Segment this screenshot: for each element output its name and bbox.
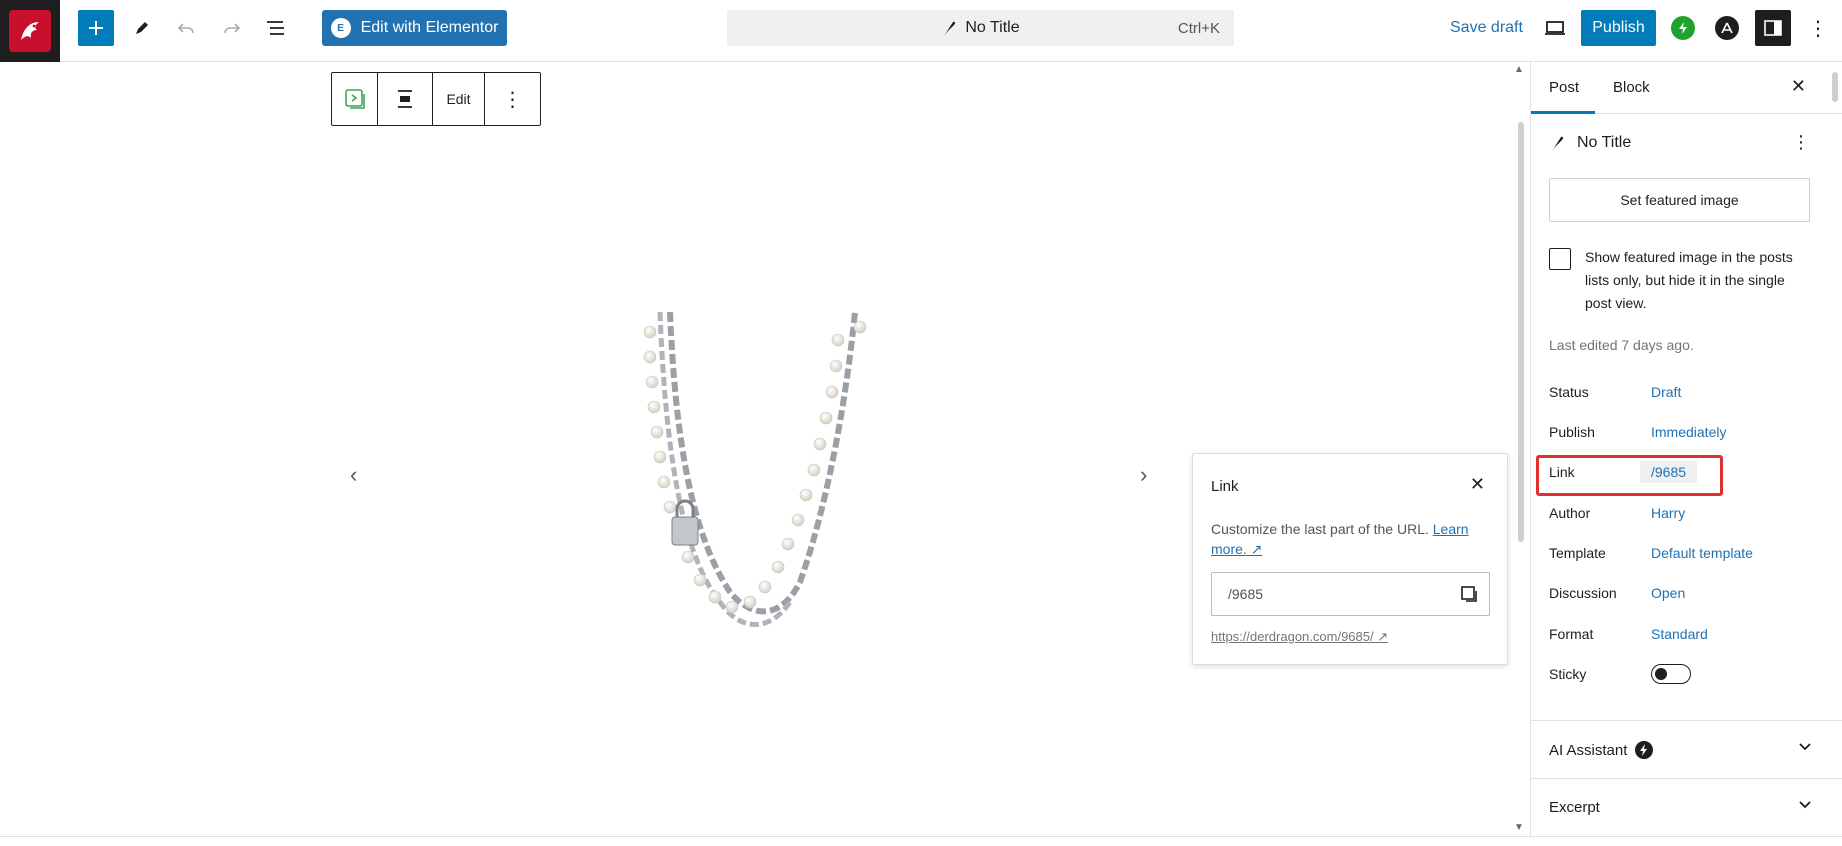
product-image-pearl-necklace <box>630 311 880 692</box>
publish-label: Publish <box>1549 424 1595 440</box>
publish-button[interactable]: Publish <box>1581 10 1656 46</box>
ai-assistant-panel[interactable]: AI Assistant <box>1531 720 1842 778</box>
post-title: No Title <box>1577 134 1632 151</box>
editor-footer <box>0 836 1842 846</box>
sticky-label: Sticky <box>1549 666 1587 682</box>
document-overview-button[interactable] <box>262 10 290 46</box>
pencil-icon <box>136 22 148 34</box>
link-value[interactable]: /9685 <box>1640 461 1698 483</box>
save-draft-button[interactable]: Save draft <box>1450 19 1523 37</box>
sidebar-tabs: Post Block ✕ <box>1531 62 1842 114</box>
format-value[interactable]: Standard <box>1651 626 1708 642</box>
link-popover: Link ✕ Customize the last part of the UR… <box>1192 453 1508 665</box>
kebab-icon: ⋮ <box>502 88 523 111</box>
list-view-icon <box>267 21 284 35</box>
canvas-scrollbar[interactable] <box>1518 122 1524 542</box>
featured-checkbox-label: Show featured image in the posts lists o… <box>1585 249 1793 311</box>
chevron-down-icon[interactable] <box>1798 739 1812 757</box>
canvas-scroll-down-icon[interactable]: ▼ <box>1514 822 1524 833</box>
block-inserter-button[interactable] <box>78 10 114 46</box>
kebab-icon: ⋮ <box>1808 17 1828 40</box>
template-value[interactable]: Default template <box>1651 545 1753 561</box>
sidebar-icon <box>1764 20 1782 36</box>
jetpack-icon[interactable] <box>1671 16 1695 40</box>
slider-next-arrow-icon[interactable]: › <box>1140 462 1147 488</box>
site-logo[interactable] <box>0 0 60 62</box>
elementor-label: Edit with Elementor <box>360 19 499 36</box>
slider-prev-arrow-icon[interactable]: ‹ <box>350 462 357 488</box>
undo-button[interactable] <box>172 10 200 46</box>
command-palette-bar[interactable]: No Title Ctrl+K <box>727 10 1234 46</box>
command-title: No Title <box>965 19 1020 36</box>
ai-assistant-toolbar-icon[interactable] <box>1715 16 1739 40</box>
post-summary-header: No Title <box>1549 134 1804 152</box>
excerpt-title: Excerpt <box>1549 799 1600 816</box>
editor-header: E Edit with Elementor No Title Ctrl+K Sa… <box>0 0 1842 62</box>
redo-button[interactable] <box>218 10 246 46</box>
close-icon[interactable]: ✕ <box>1791 76 1806 97</box>
close-icon[interactable]: ✕ <box>1470 474 1485 495</box>
slug-value: /9685 <box>1228 586 1264 602</box>
publish-label: Publish <box>1592 19 1645 36</box>
editor-canvas: Edit ⋮ ‹ › ▲ ▼ Link ✕ Customize the last… <box>0 62 1530 836</box>
tab-block[interactable]: Block <box>1613 79 1650 96</box>
sidebar-scrollbar[interactable] <box>1832 72 1838 102</box>
slug-input[interactable]: /9685 <box>1211 572 1490 616</box>
publish-value[interactable]: Immediately <box>1651 424 1726 440</box>
last-edited-text: Last edited 7 days ago. <box>1549 337 1694 353</box>
settings-sidebar: Post Block ✕ No Title ⋮ Set featured ima… <box>1530 62 1842 836</box>
active-tab-indicator <box>1531 111 1595 114</box>
excerpt-label: Excerpt <box>1549 799 1600 816</box>
set-featured-image-button[interactable]: Set featured image <box>1549 178 1810 222</box>
tab-post[interactable]: Post <box>1549 79 1579 96</box>
ai-assistant-label: AI Assistant <box>1549 741 1628 759</box>
quill-icon <box>1552 136 1564 151</box>
edit-label: Edit <box>446 91 471 107</box>
preview-button[interactable] <box>1540 10 1570 46</box>
featured-image-checkbox[interactable] <box>1549 248 1571 270</box>
options-kebab-button[interactable]: ⋮ <box>1806 10 1830 46</box>
align-center-icon <box>398 90 412 108</box>
status-label: Status <box>1549 384 1589 400</box>
block-toolbar: Edit ⋮ <box>331 72 541 126</box>
kebab-icon[interactable]: ⋮ <box>1792 132 1810 153</box>
sticky-toggle[interactable] <box>1651 664 1691 684</box>
edit-with-elementor-button[interactable]: E Edit with Elementor <box>322 10 507 46</box>
settings-sidebar-toggle[interactable] <box>1755 10 1791 46</box>
quill-icon <box>944 21 956 36</box>
chevron-down-icon[interactable] <box>1798 797 1812 815</box>
ai-assistant-title: AI Assistant <box>1549 741 1654 759</box>
edit-block-button[interactable]: Edit <box>433 73 485 125</box>
popover-title: Link <box>1211 478 1239 495</box>
link-label: Link <box>1549 464 1575 480</box>
slider-block-icon <box>344 89 365 109</box>
block-type-button[interactable] <box>332 73 378 125</box>
command-shortcut: Ctrl+K <box>1177 19 1220 37</box>
copy-icon[interactable] <box>1459 584 1479 607</box>
discussion-value[interactable]: Open <box>1651 585 1685 601</box>
tools-button[interactable] <box>128 10 156 46</box>
full-url-link[interactable]: https://derdragon.com/9685/ ↗ <box>1211 629 1388 645</box>
featured-image-label: Set featured image <box>1620 192 1739 208</box>
toggle-knob <box>1655 667 1667 680</box>
format-label: Format <box>1549 626 1594 642</box>
redo-icon <box>224 23 241 34</box>
popover-help-text: Customize the last part of the URL. Lear… <box>1211 519 1496 559</box>
discussion-label: Discussion <box>1549 585 1617 601</box>
template-label: Template <box>1549 545 1606 561</box>
canvas-scroll-up-icon[interactable]: ▲ <box>1514 64 1524 75</box>
author-label: Author <box>1549 505 1591 521</box>
align-button[interactable] <box>378 73 433 125</box>
help-text: Customize the last part of the URL. <box>1211 521 1429 537</box>
author-value[interactable]: Harry <box>1651 505 1685 521</box>
dragon-logo-icon <box>9 10 51 52</box>
undo-icon <box>177 23 194 34</box>
elementor-icon: E <box>330 18 351 38</box>
lightning-icon <box>1635 741 1654 759</box>
desktop-preview-icon <box>1545 21 1565 35</box>
block-options-button[interactable]: ⋮ <box>485 73 540 125</box>
status-value[interactable]: Draft <box>1651 384 1681 400</box>
excerpt-panel[interactable]: Excerpt <box>1531 778 1842 836</box>
plus-icon <box>89 21 103 35</box>
